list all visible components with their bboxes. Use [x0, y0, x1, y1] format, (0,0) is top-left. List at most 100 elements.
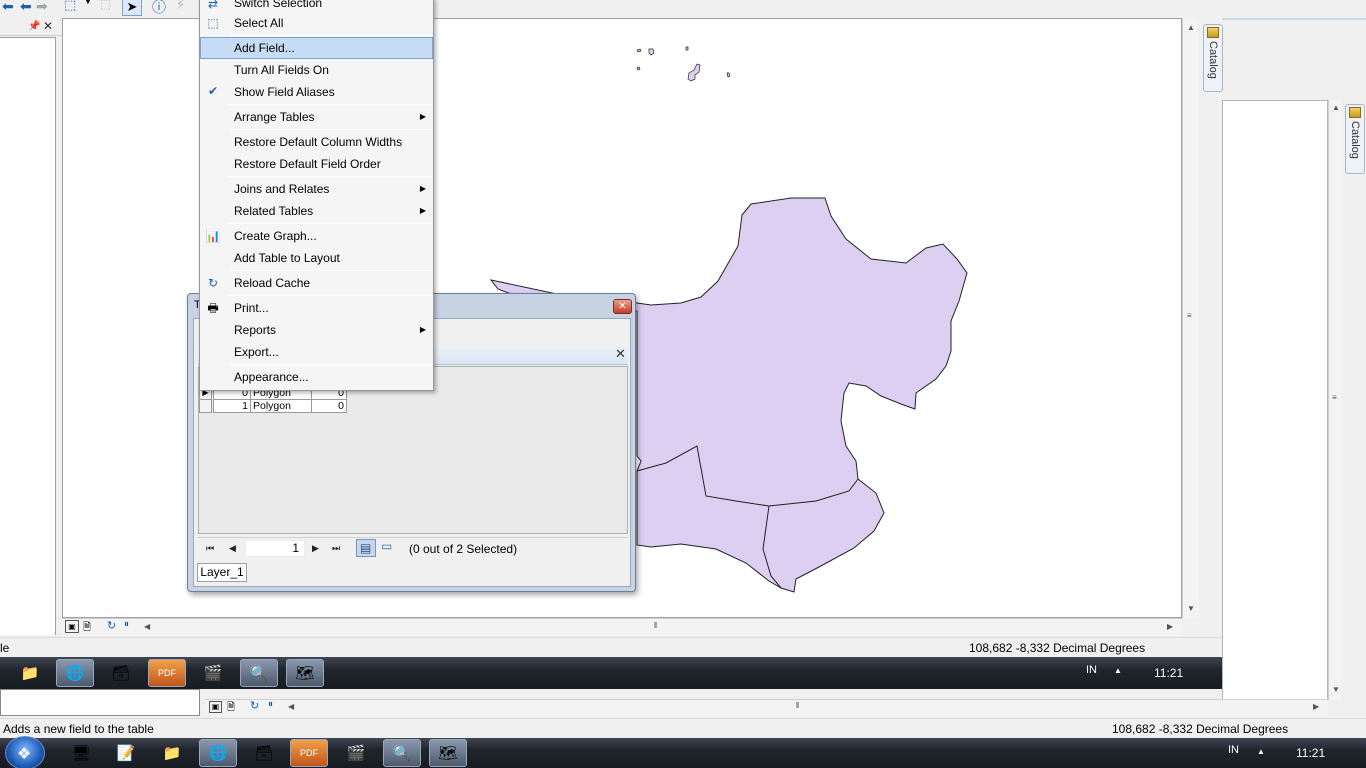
- menu-separator: [230, 364, 432, 365]
- start-button[interactable]: ❖: [5, 736, 45, 768]
- attribute-grid[interactable]: ▶ 0 Polygon 0 1 Polygon 0: [198, 366, 628, 534]
- scroll-up-arrow-icon[interactable]: ▲: [1332, 103, 1340, 112]
- pause-drawing-icon[interactable]: ⏸: [124, 619, 129, 630]
- select-elements-icon[interactable]: ➤: [122, 0, 142, 16]
- scroll-grip-icon[interactable]: ≡: [1187, 311, 1192, 320]
- menu-item-restore-default-column-widths[interactable]: Restore Default Column Widths: [200, 131, 433, 153]
- pdf-icon[interactable]: PDF: [290, 739, 328, 767]
- menu-item-export[interactable]: Export...: [200, 341, 433, 363]
- layout-view-icon[interactable]: 🗎: [227, 700, 235, 717]
- background-status-input[interactable]: [0, 689, 200, 716]
- pin-icon[interactable]: 📌: [28, 21, 40, 32]
- menu-item-arrange-tables[interactable]: Arrange Tables: [200, 106, 433, 128]
- menu-item-add-field[interactable]: Add Field...: [200, 37, 433, 59]
- identify-icon[interactable]: ⓘ: [152, 0, 166, 17]
- scroll-down-arrow-icon[interactable]: ▼: [1187, 604, 1195, 613]
- back-arrow-icon[interactable]: ⬅: [2, 0, 14, 15]
- data-view-icon[interactable]: ▣: [65, 620, 79, 633]
- clear-selection-icon[interactable]: ⬚: [100, 0, 111, 11]
- computer-icon[interactable]: 🖥: [62, 739, 100, 767]
- clock[interactable]: 11:21: [1154, 666, 1183, 680]
- pdf-icon[interactable]: PDF: [148, 659, 186, 687]
- select-features-icon[interactable]: ⬚: [64, 0, 76, 13]
- explorer-icon[interactable]: 📁: [11, 659, 49, 687]
- layout-view-icon[interactable]: 🗎: [83, 620, 91, 637]
- menu-item-create-graph[interactable]: Create Graph...: [200, 225, 433, 247]
- background-horizontal-scrollbar[interactable]: ▣ 🗎 ↻ ⏸ ◀ ⦀ ▶: [205, 699, 1328, 715]
- menu-item-select-all[interactable]: Select All: [200, 12, 433, 34]
- forward-extent-icon[interactable]: ➡: [36, 0, 48, 15]
- explorer-icon[interactable]: 📁: [153, 739, 191, 767]
- show-selected-records-button[interactable]: ▭: [378, 539, 398, 557]
- catalog-icon: [1207, 27, 1219, 38]
- menu-item-reload-cache[interactable]: Reload Cache: [200, 272, 433, 294]
- table-cell-id[interactable]: 0: [311, 399, 347, 413]
- scroll-grip-icon[interactable]: ⦀: [796, 701, 800, 711]
- menu-item-restore-default-field-order[interactable]: Restore Default Field Order: [200, 153, 433, 175]
- table-of-contents-panel[interactable]: [0, 37, 56, 635]
- menu-item-show-field-aliases[interactable]: Show Field Aliases: [200, 81, 433, 103]
- scroll-down-arrow-icon[interactable]: ▼: [1332, 685, 1340, 694]
- previous-record-icon[interactable]: ◀: [229, 543, 236, 554]
- menu-item-turn-all-fields-on[interactable]: Turn All Fields On: [200, 59, 433, 81]
- tray-expand-icon[interactable]: ▲: [1114, 666, 1122, 675]
- refresh-icon[interactable]: ↻: [107, 619, 116, 632]
- winrar-icon[interactable]: 🗃: [245, 739, 283, 767]
- chrome-icon[interactable]: 🌐: [56, 659, 94, 687]
- last-record-icon[interactable]: ⏭: [332, 543, 340, 554]
- table-cell-shape[interactable]: Polygon: [250, 399, 312, 413]
- search-app-icon[interactable]: 🔍: [240, 659, 278, 687]
- menu-item-print[interactable]: Print...: [200, 297, 433, 319]
- scroll-left-arrow-icon[interactable]: ◀: [144, 622, 150, 631]
- dropdown-arrow-icon[interactable]: ▼: [84, 0, 92, 6]
- scroll-right-arrow-icon[interactable]: ▶: [1167, 622, 1173, 631]
- background-map-vertical-scrollbar[interactable]: ▲ ≡ ▼: [1328, 100, 1342, 700]
- scroll-grip-icon[interactable]: ≡: [1332, 393, 1337, 402]
- table-tab-close-icon[interactable]: ✕: [615, 346, 626, 362]
- scroll-right-arrow-icon[interactable]: ▶: [1313, 702, 1319, 711]
- layer-tab[interactable]: Layer_1: [197, 563, 247, 582]
- close-icon[interactable]: ✕: [43, 19, 53, 33]
- language-indicator[interactable]: IN: [1086, 664, 1097, 676]
- menu-item-reports[interactable]: Reports: [200, 319, 433, 341]
- arcmap-icon[interactable]: 🗺: [429, 739, 467, 767]
- tray-expand-icon[interactable]: ▲: [1257, 747, 1265, 756]
- winrar-icon[interactable]: 🗃: [102, 659, 140, 687]
- menu-item-related-tables[interactable]: Related Tables: [200, 200, 433, 222]
- menu-item-appearance[interactable]: Appearance...: [200, 366, 433, 388]
- media-icon[interactable]: 🎬: [337, 739, 375, 767]
- word-icon[interactable]: 📝: [107, 739, 145, 767]
- first-record-icon[interactable]: ⏮: [206, 543, 214, 554]
- scroll-up-arrow-icon[interactable]: ▲: [1187, 23, 1195, 32]
- refresh-icon[interactable]: ↻: [250, 699, 259, 712]
- show-all-records-button[interactable]: ▤: [356, 539, 376, 557]
- clock[interactable]: 11:21: [1296, 746, 1325, 760]
- chrome-icon[interactable]: 🌐: [199, 739, 237, 767]
- next-record-icon[interactable]: ▶: [312, 543, 319, 554]
- table-window-close-button[interactable]: ✕: [613, 299, 632, 314]
- scroll-grip-icon[interactable]: ⦀: [654, 621, 658, 631]
- catalog-panel-tab[interactable]: Catalog: [1203, 24, 1223, 92]
- language-indicator[interactable]: IN: [1228, 744, 1239, 756]
- arcmap-icon[interactable]: 🗺: [286, 659, 324, 687]
- data-view-icon[interactable]: ▣: [209, 701, 222, 713]
- menu-item-joins-and-relates[interactable]: Joins and Relates: [200, 178, 433, 200]
- map-vertical-scrollbar[interactable]: ▲ ≡ ▼: [1182, 18, 1199, 618]
- hyperlink-icon[interactable]: ⚡: [176, 0, 185, 13]
- catalog-panel-tab-background[interactable]: Catalog: [1345, 104, 1365, 174]
- catalog-icon: [1349, 107, 1361, 118]
- windows-taskbar: ❖ 🖥 📝 📁 🌐 🗃 PDF 🎬 🔍 🗺 IN ▲ 11:21: [0, 736, 1366, 768]
- media-icon[interactable]: 🎬: [194, 659, 232, 687]
- row-selector[interactable]: [199, 399, 212, 413]
- back-extent-icon[interactable]: ⬅: [20, 0, 32, 15]
- search-app-icon[interactable]: 🔍: [383, 739, 421, 767]
- scroll-left-arrow-icon[interactable]: ◀: [288, 702, 294, 711]
- pause-drawing-icon[interactable]: ⏸: [268, 699, 273, 710]
- menu-item-add-table-to-layout[interactable]: Add Table to Layout: [200, 247, 433, 269]
- catalog-tab-label: Catalog: [1207, 41, 1219, 79]
- map-horizontal-scrollbar[interactable]: ▣ 🗎 ↻ ⏸ ◀ ⦀ ▶: [62, 618, 1182, 635]
- catalog-tab-label: Catalog: [1349, 121, 1361, 159]
- table-grid-icon: ▤: [360, 541, 372, 555]
- record-number-input[interactable]: 1: [245, 540, 305, 557]
- table-cell-fid[interactable]: 1: [213, 399, 251, 413]
